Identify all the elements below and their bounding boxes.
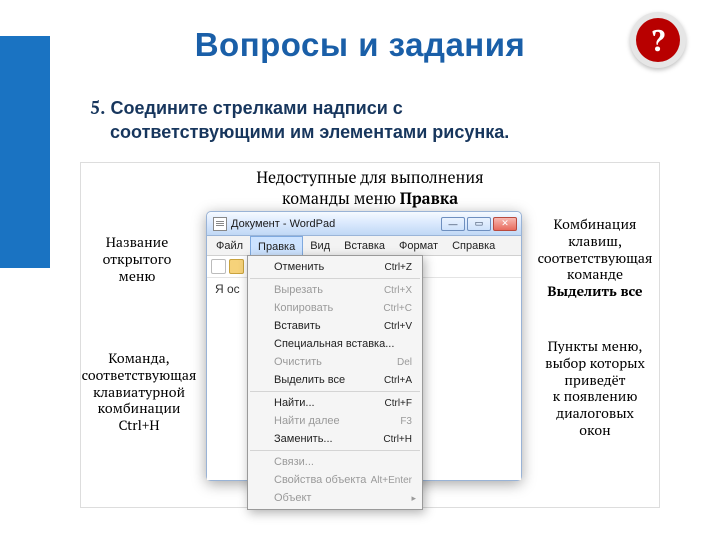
menu-item-label: Очистить (274, 356, 322, 368)
menu-item: Объект (248, 489, 422, 507)
menubar: Файл Правка Вид Вставка Формат Справка (207, 236, 521, 256)
menu-item-shortcut: Ctrl+X (384, 285, 412, 296)
menu-item-label: Объект (274, 492, 311, 504)
menu-edit[interactable]: Правка (250, 236, 303, 256)
menu-item-label: Выделить все (274, 374, 345, 386)
page-title: Вопросы и задания (0, 26, 720, 64)
menu-separator (250, 450, 420, 451)
menu-item-shortcut: Alt+Enter (371, 475, 412, 486)
menu-help[interactable]: Справка (445, 236, 502, 255)
titlebar[interactable]: Документ - WordPad — ▭ ✕ (207, 212, 521, 236)
menu-item[interactable]: Отменить Ctrl+Z (248, 258, 422, 276)
menu-item[interactable]: Вставить Ctrl+V (248, 317, 422, 335)
menu-item-shortcut: Ctrl+F (385, 398, 413, 409)
menu-item[interactable]: Специальная вставка... (248, 335, 422, 353)
open-icon[interactable] (229, 259, 244, 274)
menu-item: Свойства объекта Alt+Enter (248, 471, 422, 489)
menu-item: Связи... (248, 453, 422, 471)
menu-item: Вырезать Ctrl+X (248, 281, 422, 299)
question-block: 5. Соедините стрелками надписи с соответ… (90, 96, 660, 145)
app-icon (213, 217, 227, 231)
menu-item-shortcut: Ctrl+C (383, 303, 412, 314)
menu-item-label: Вырезать (274, 284, 323, 296)
label-shortcut: Комбинация клавиш, соответствующая коман… (533, 217, 657, 301)
menu-item: Очистить Del (248, 353, 422, 371)
menu-item-label: Специальная вставка... (274, 338, 394, 350)
menu-file[interactable]: Файл (209, 236, 250, 255)
label-open-menu: Название открытого меню (81, 235, 193, 285)
help-badge: ? (630, 12, 686, 68)
menu-item-label: Связи... (274, 456, 314, 468)
accent-strip (0, 36, 50, 268)
new-icon[interactable] (211, 259, 226, 274)
menu-item-label: Вставить (274, 320, 321, 332)
menu-item-label: Найти далее (274, 415, 340, 427)
menu-item-shortcut: F3 (400, 416, 412, 427)
menu-item-label: Найти... (274, 397, 315, 409)
minimize-button[interactable]: — (441, 217, 465, 231)
menu-item-shortcut: Ctrl+V (384, 321, 412, 332)
app-window: Документ - WordPad — ▭ ✕ Файл Правка Вид… (206, 211, 522, 481)
menu-separator (250, 391, 420, 392)
menu-item-shortcut: Del (397, 357, 412, 368)
maximize-button[interactable]: ▭ (467, 217, 491, 231)
menu-item-shortcut: Ctrl+A (384, 375, 412, 386)
label-dialogs: Пункты меню, выбор которых приведёт к по… (533, 339, 657, 440)
question-line2: соответствующими им элементами рисунка. (110, 122, 509, 142)
menu-separator (250, 278, 420, 279)
edit-dropdown: Отменить Ctrl+Z Вырезать Ctrl+X Копировать Ct… (247, 255, 423, 510)
question-mark-icon: ? (636, 18, 680, 62)
close-button[interactable]: ✕ (493, 217, 517, 231)
window-title: Документ - WordPad (231, 218, 335, 230)
menu-item: Копировать Ctrl+C (248, 299, 422, 317)
menu-format[interactable]: Формат (392, 236, 445, 255)
menu-item[interactable]: Выделить все Ctrl+A (248, 371, 422, 389)
menu-item-label: Отменить (274, 261, 324, 273)
menu-item[interactable]: Найти... Ctrl+F (248, 394, 422, 412)
menu-view[interactable]: Вид (303, 236, 337, 255)
menu-item: Найти далее F3 (248, 412, 422, 430)
question-number: 5. (90, 96, 106, 120)
menu-insert[interactable]: Вставка (337, 236, 392, 255)
menu-item-label: Свойства объекта (274, 474, 366, 486)
label-ctrl-h: Команда, соответствующая клавиатурной ко… (81, 351, 197, 435)
figure-box: Недоступные для выполнения команды меню … (80, 162, 660, 508)
menu-item[interactable]: Заменить... Ctrl+H (248, 430, 422, 448)
figure-caption: Недоступные для выполнения команды меню … (81, 167, 659, 209)
menu-item-label: Копировать (274, 302, 333, 314)
menu-item-label: Заменить... (274, 433, 333, 445)
menu-item-shortcut: Ctrl+H (383, 434, 412, 445)
question-line1: Соедините стрелками надписи с (111, 98, 403, 118)
menu-item-shortcut: Ctrl+Z (385, 262, 413, 273)
